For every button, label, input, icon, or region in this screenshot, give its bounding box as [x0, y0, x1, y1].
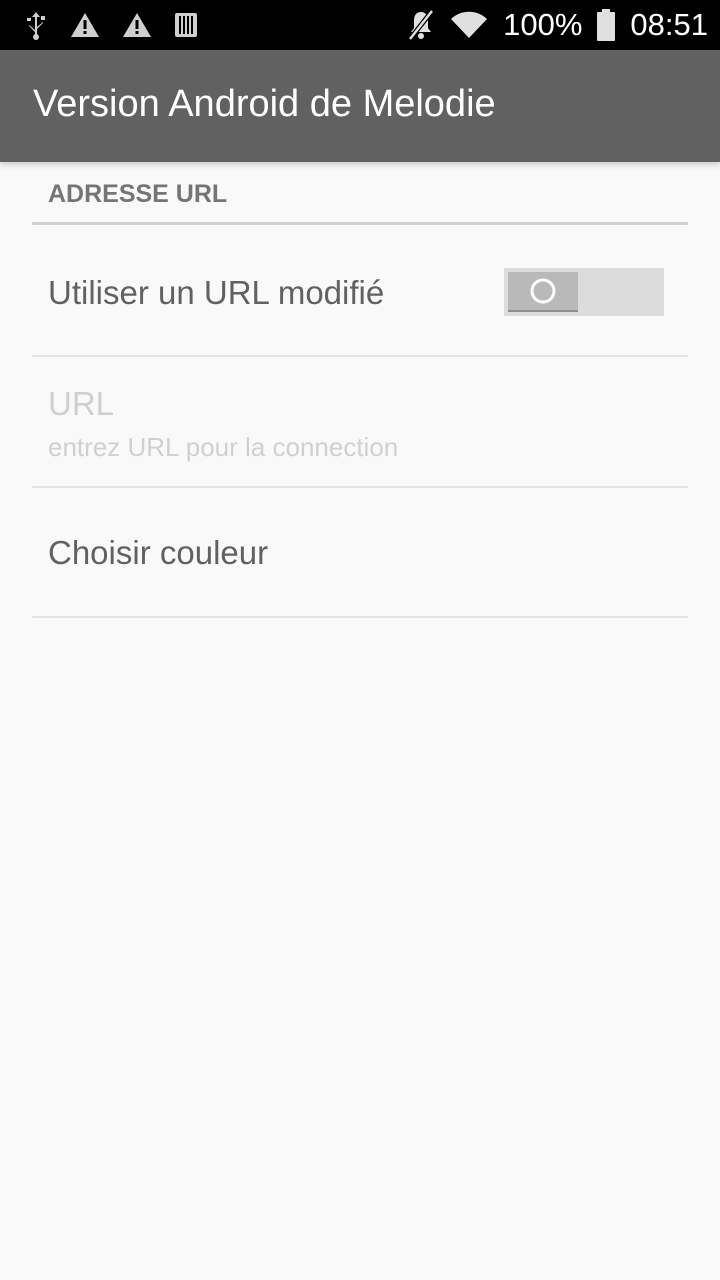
clock: 08:51 — [630, 7, 708, 42]
app-bar-title: Version Android de Melodie — [33, 83, 496, 125]
warning-icon — [70, 11, 100, 39]
category-title: ADRESSE URL — [48, 180, 228, 208]
status-bar-system: 100% 08:51 — [407, 6, 708, 44]
warning-icon — [122, 11, 152, 39]
divider — [32, 616, 688, 618]
battery-percent: 100% — [503, 7, 583, 42]
wifi-icon — [449, 10, 489, 40]
divider — [32, 355, 688, 357]
custom-url-title: Utiliser un URL modifié — [48, 274, 385, 311]
url-summary: entrez URL pour la connection — [48, 432, 399, 462]
color-title: Choisir couleur — [48, 534, 269, 571]
status-bar-notifications — [24, 8, 198, 42]
battery-icon — [596, 8, 616, 42]
mute-icon — [407, 8, 435, 42]
app-bar: Version Android de Melodie — [0, 50, 720, 162]
category-divider — [32, 222, 688, 225]
custom-url-switch[interactable] — [504, 268, 664, 316]
barcode-icon — [174, 11, 198, 39]
divider — [32, 486, 688, 488]
url-title: URL — [48, 385, 115, 422]
switch-thumb[interactable] — [508, 272, 578, 312]
usb-icon — [24, 10, 48, 40]
switch-off-icon — [530, 278, 556, 304]
status-bar: 100% 08:51 — [0, 0, 720, 50]
